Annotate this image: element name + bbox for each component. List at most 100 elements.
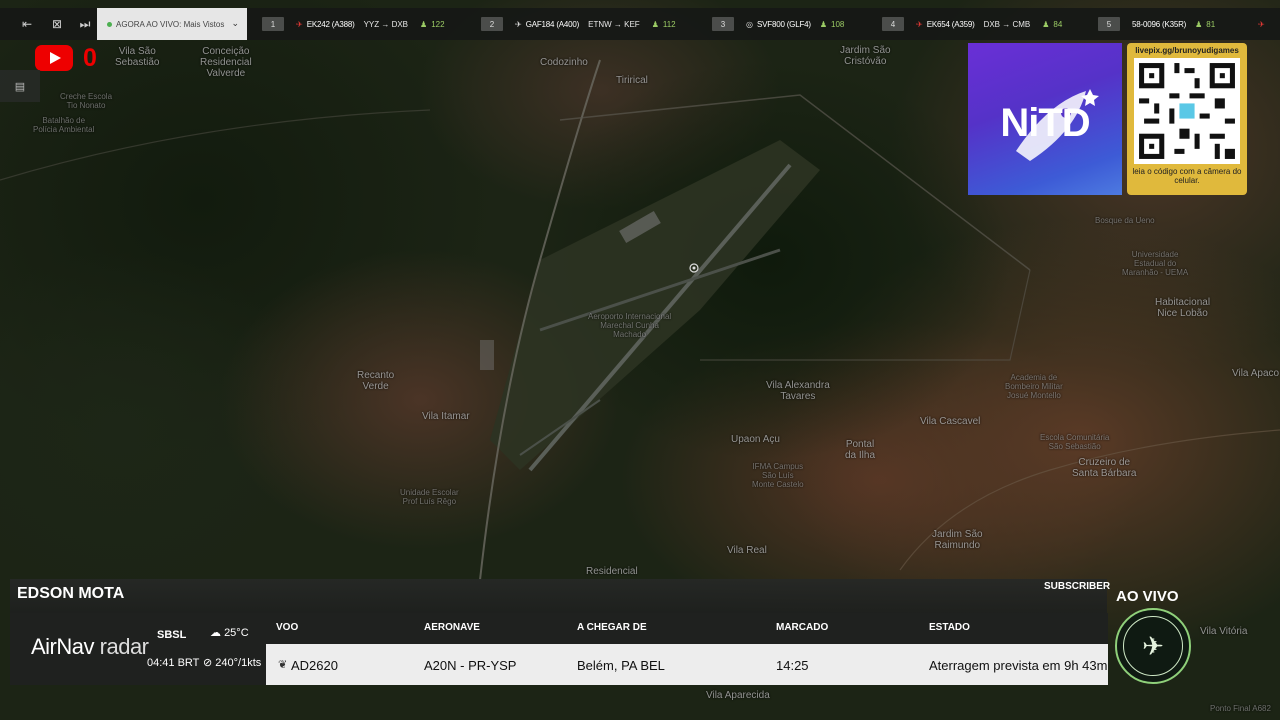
viewers-icon: ♟	[819, 19, 828, 29]
airport-code: SBSL	[157, 629, 187, 641]
map-label: Habitacional Nice Lobão	[1155, 297, 1211, 319]
streamer-name-strip	[10, 579, 1107, 613]
collapse-panel-icon[interactable]: ⇤	[18, 17, 36, 31]
nitd-logo-text: NiTD	[1000, 100, 1090, 145]
livepix-qr-card[interactable]: livepix.gg/brunoyudigames leia o código …	[1127, 43, 1247, 195]
weather-readout: ☁ 25°C	[210, 626, 249, 639]
map-label: Academia de Bombeiro Militar Josué Monte…	[1005, 373, 1063, 400]
flight-ticker-bar: ⇤ ⊠ ⏭ AGORA AO VIVO: Mais Vistos ⌄ 1 ✈ E…	[0, 8, 1280, 40]
cell-flight[interactable]: AD2620	[291, 658, 338, 673]
map-label: Vila Aparecida	[706, 690, 770, 701]
map-label: IFMA Campus São Luís Monte Castelo	[752, 462, 804, 489]
subscriber-label: SUBSCRIBER	[1044, 581, 1111, 592]
cell-origin: Belém, PA BEL	[577, 658, 665, 673]
ticker-viewer-count: 81	[1206, 19, 1216, 29]
ticker-rank: 4	[882, 17, 904, 31]
viewers-icon: ♟	[1042, 19, 1050, 29]
map-label: Vila Alexandra Tavares	[766, 380, 830, 402]
map-label: Recanto Verde	[357, 370, 395, 392]
ticker-rank: 5	[1098, 17, 1120, 31]
map-label: Tirirical	[616, 75, 648, 86]
brand-radar: radar	[99, 634, 149, 659]
col-header-aircraft: AERONAVE	[424, 622, 480, 633]
map-label: Jardim São Cristóvão	[840, 45, 891, 67]
qr-caption: leia o código com a câmera do celular.	[1132, 167, 1242, 185]
airline-logo-icon: ❦	[278, 659, 288, 671]
viewers-icon: ♟	[420, 19, 428, 29]
map-label: Batalhão de Polícia Ambiental	[33, 116, 95, 134]
hangar	[480, 340, 494, 370]
ticker-flight-5[interactable]: 5 58-0096 (K35R) ♟ 81	[1098, 8, 1215, 40]
ticker-flight-1[interactable]: 1 ✈ EK242 (A388) YYZ → DXB ♟ 122	[262, 8, 445, 40]
map-label: Escola Comunitária São Sebastião	[1040, 433, 1110, 451]
close-icon[interactable]: ⊠	[48, 17, 66, 31]
temperature: 25°C	[224, 627, 249, 639]
local-time: 04:41 BRT	[147, 657, 200, 669]
map-label: Creche Escola Tio Nonato	[60, 92, 113, 110]
ticker-route: ETNW → KEF	[588, 19, 640, 29]
ticker-flight-code: 58-0096 (K35R)	[1132, 19, 1187, 29]
brand-airnav: AirNav	[31, 634, 95, 659]
sidebar-toggle-icon[interactable]: ▤	[0, 70, 40, 102]
airnav-radar-logo: AirNav radar	[31, 634, 149, 660]
live-dot-icon	[107, 21, 112, 27]
aircraft-circle-icon: ◎	[746, 19, 753, 29]
plane-icon: ✈	[296, 19, 303, 29]
arrivals-header	[266, 613, 1108, 644]
ticker-flight-2[interactable]: 2 ✈ GAF184 (A400) ETNW → KEF ♟ 112	[481, 8, 676, 40]
live-label: AO VIVO	[1116, 588, 1179, 605]
ticker-flight-code: EK654 (A359)	[926, 19, 975, 29]
road	[700, 269, 1031, 361]
ticker-flight-4[interactable]: 4 ✈ EK654 (A359) DXB → CMB ♟ 84	[882, 8, 1062, 40]
wind-value: 240°/1kts	[215, 657, 262, 669]
viewers-icon: ♟	[1195, 19, 1203, 29]
map-label: Pontal da Ilha	[845, 439, 876, 461]
ticker-rank: 1	[262, 17, 284, 31]
map-label: Vila Itamar	[422, 411, 470, 422]
col-header-status: ESTADO	[929, 622, 970, 633]
map-label: Upaon Açu	[731, 434, 780, 445]
airplane-badge-icon: ✈	[1123, 616, 1183, 676]
map-label: Vila Real	[727, 545, 767, 556]
cell-scheduled: 14:25	[776, 658, 809, 673]
qr-url: livepix.gg/brunoyudigames	[1135, 46, 1239, 55]
wind-readout: ⊘ 240°/1kts	[203, 656, 261, 669]
map-label: Unidade Escolar Prof Luís Rêgo	[400, 488, 459, 506]
viewers-icon: ♟	[651, 19, 659, 29]
ticker-route: DXB → CMB	[983, 19, 1031, 29]
map-label: Vila São Sebastião	[115, 46, 160, 68]
ticker-flight-6-partial[interactable]: ✈	[1258, 8, 1269, 40]
cell-aircraft: A20N - PR-YSP	[424, 658, 517, 673]
map-label: Conceição Residencial Valverde	[200, 46, 252, 79]
map-label: Universidade Estadual do Maranhão - UEMA	[1122, 250, 1189, 277]
col-header-flight: VOO	[276, 622, 299, 633]
map-label: Vila Vitória	[1200, 626, 1248, 637]
plane-icon: ✈	[515, 19, 522, 29]
skip-next-icon[interactable]: ⏭	[76, 17, 94, 31]
qr-code-icon	[1134, 58, 1240, 164]
youtube-logo-icon	[35, 45, 73, 71]
ticker-flight-3[interactable]: 3 ◎ SVF800 (GLF4) ♟ 108	[712, 8, 844, 40]
live-select-dropdown[interactable]: AGORA AO VIVO: Mais Vistos ⌄	[97, 8, 247, 40]
youtube-viewer-count: 0	[83, 44, 97, 72]
ticker-flight-code: EK242 (A388)	[306, 19, 355, 29]
col-header-scheduled: MARCADO	[776, 622, 829, 633]
ticker-viewer-count: 84	[1053, 19, 1063, 29]
live-select-label: AGORA AO VIVO: Mais Vistos	[116, 19, 225, 29]
nitd-logo: NiTD	[968, 43, 1122, 195]
map-label: Residencial	[586, 566, 638, 577]
ticker-viewer-count: 122	[431, 19, 445, 29]
plane-icon: ✈	[916, 19, 923, 29]
cell-status: Aterragem prevista em 9h 43m	[929, 658, 1108, 673]
map-label: Codozinho	[540, 57, 588, 68]
airport-label: Aeroporto Internacional Marechal Cunha M…	[588, 312, 672, 339]
ticker-flight-code: GAF184 (A400)	[525, 19, 580, 29]
map-label: Bosque da Ueno	[1095, 216, 1155, 225]
map-label: Vila Cascavel	[920, 416, 981, 427]
chevron-down-icon: ⌄	[231, 18, 239, 28]
channel-name: EDSON MOTA	[17, 585, 125, 602]
plane-icon: ✈	[1258, 19, 1265, 29]
channel-badge-logo: ✈	[1115, 608, 1191, 684]
ticker-rank: 3	[712, 17, 734, 31]
map-label: Cruzeiro de Santa Bárbara	[1072, 457, 1137, 479]
